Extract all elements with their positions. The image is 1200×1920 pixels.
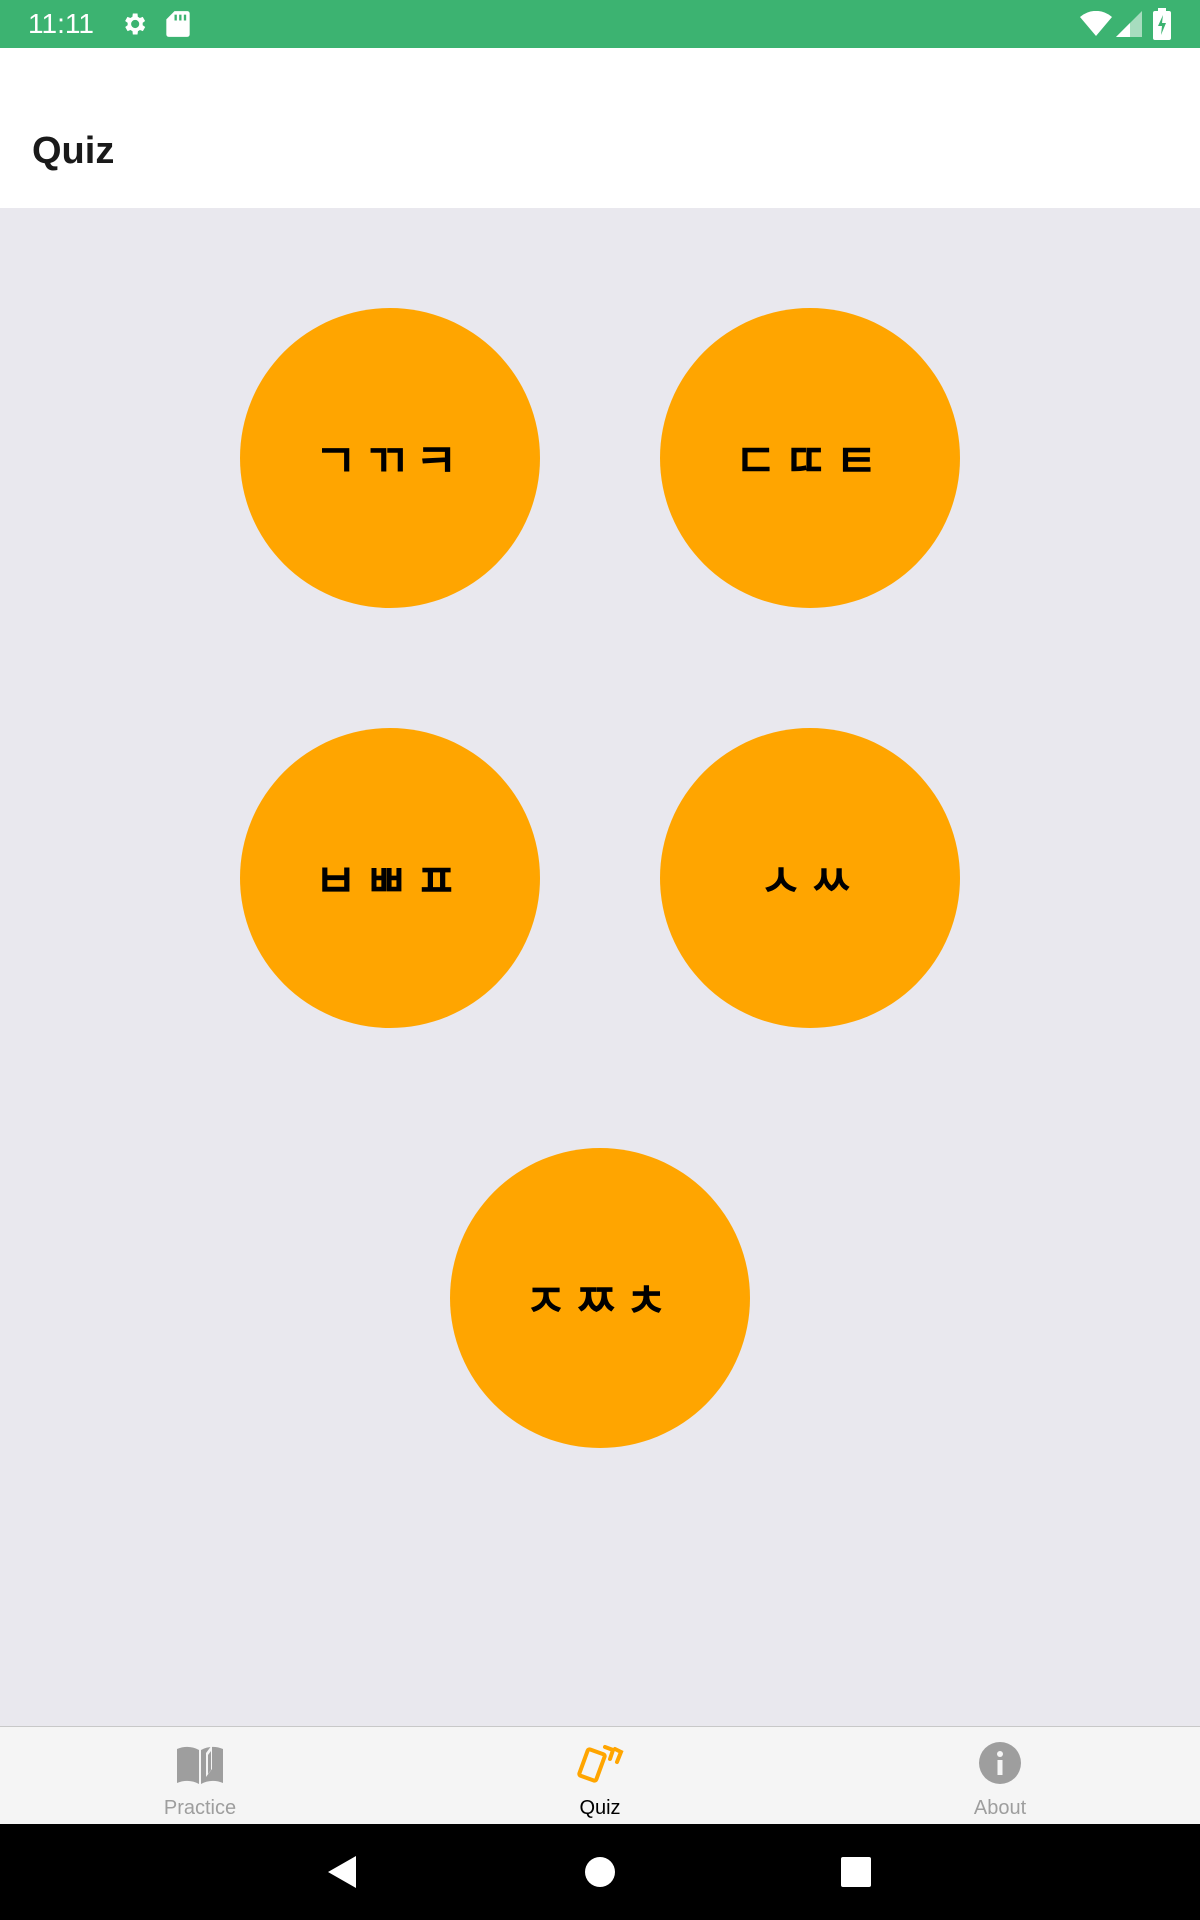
gear-icon (125, 13, 146, 35)
quiz-group-button-siot[interactable]: ㅅㅆ (660, 728, 960, 1028)
sd-card-icon (166, 11, 190, 37)
quiz-group-label: ㅅㅆ (759, 854, 861, 908)
quiz-group-button-bieup[interactable]: ㅂㅃㅍ (240, 728, 540, 1028)
status-bar: 11:11 (0, 0, 1200, 48)
nav-item-practice[interactable]: Practice (0, 1727, 400, 1825)
info-icon (979, 1742, 1021, 1784)
quiz-group-label: ㅈㅉㅊ (524, 1274, 676, 1328)
wifi-icon (1080, 11, 1112, 36)
home-icon[interactable] (578, 1850, 622, 1894)
signal-icon (1116, 11, 1142, 37)
quiz-group-button-jieut[interactable]: ㅈㅉㅊ (450, 1148, 750, 1448)
quiz-group-button-digeut[interactable]: ㄷㄸㅌ (660, 308, 960, 608)
cards-icon (577, 1745, 624, 1783)
nav-label-quiz: Quiz (579, 1797, 621, 1819)
nav-item-quiz[interactable]: Quiz (400, 1727, 800, 1825)
back-icon[interactable] (322, 1850, 366, 1894)
quiz-group-label: ㅂㅃㅍ (314, 854, 466, 908)
quiz-group-label: ㄷㄸㅌ (734, 434, 886, 488)
nav-item-about[interactable]: About (800, 1727, 1200, 1825)
quiz-content: ㄱㄲㅋ ㄷㄸㅌ ㅂㅃㅍ ㅅㅆ ㅈㅉㅊ (0, 208, 1200, 1726)
book-icon (177, 1745, 223, 1784)
page-title: Quiz (32, 130, 115, 172)
quiz-group-label: ㄱㄲㅋ (314, 434, 466, 488)
nav-label-practice: Practice (163, 1797, 237, 1819)
system-navigation-bar (0, 1824, 1200, 1920)
battery-charging-icon (1153, 8, 1171, 40)
quiz-group-button-giyeok[interactable]: ㄱㄲㅋ (240, 308, 540, 608)
nav-label-about: About (973, 1797, 1027, 1819)
app-bar: Quiz (0, 48, 1200, 208)
recents-icon[interactable] (834, 1850, 878, 1894)
status-time: 11:11 (28, 8, 94, 39)
bottom-navigation: Practice Quiz About (0, 1726, 1200, 1824)
